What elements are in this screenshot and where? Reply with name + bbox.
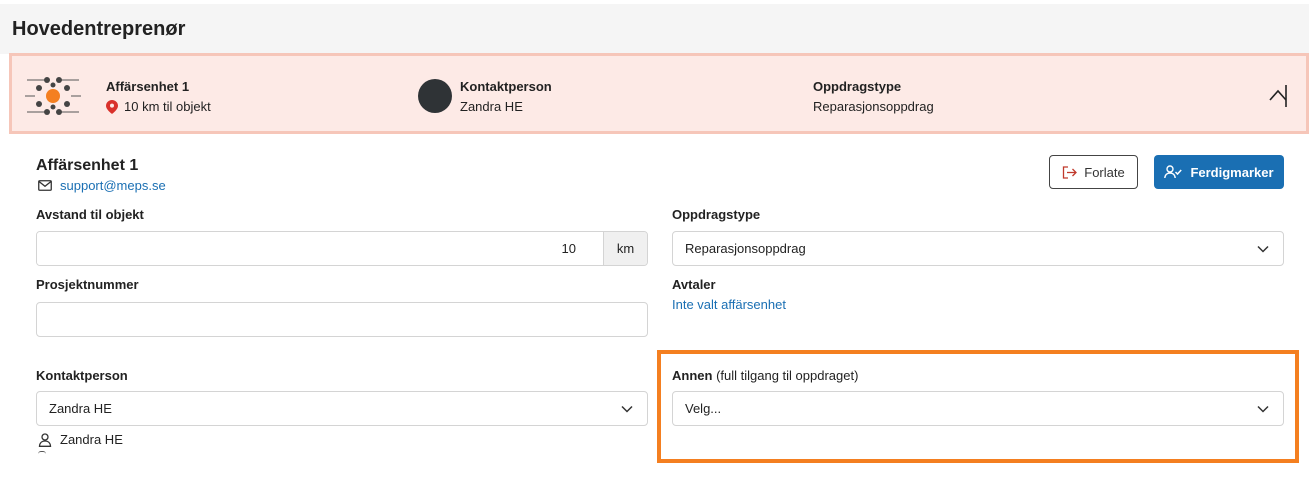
page-title: Hovedentreprenør — [12, 18, 186, 40]
email-link[interactable]: support@meps.se — [60, 178, 166, 193]
other-access-label-note: (full tilgang til oppdraget) — [716, 368, 859, 383]
complete-button[interactable]: Ferdigmarker — [1154, 155, 1284, 189]
distance-input-group: km — [36, 231, 648, 266]
person-icon — [38, 432, 52, 447]
leave-button-label: Forlate — [1084, 164, 1125, 180]
summary-type-label: Oppdragstype — [813, 79, 902, 94]
contractor-summary-card[interactable]: Affärsenhet 1 10 km til objekt Kontaktpe… — [9, 53, 1309, 134]
assignment-type-label: Oppdragstype — [672, 207, 761, 222]
distance-unit: km — [603, 232, 647, 265]
contact-person-label: Kontaktperson — [36, 368, 128, 383]
chevron-down-icon — [1257, 245, 1269, 253]
assignment-type-selected: Reparasjonsoppdrag — [685, 241, 806, 256]
company-logo — [25, 77, 81, 115]
chevron-up-icon[interactable] — [1268, 82, 1292, 110]
project-number-label: Prosjektnummer — [36, 277, 139, 292]
summary-distance: 10 km til objekt — [106, 99, 211, 114]
summary-contact-label: Kontaktperson — [460, 79, 552, 94]
contact-person-select[interactable]: Zandra HE — [36, 391, 648, 426]
summary-distance-text: 10 km til objekt — [124, 99, 211, 114]
leave-button[interactable]: Forlate — [1049, 155, 1138, 189]
summary-unit-name: Affärsenhet 1 — [106, 79, 190, 94]
summary-type-value: Reparasjonsoppdrag — [813, 99, 934, 114]
other-access-label: Annen (full tilgang til oppdraget) — [672, 368, 858, 383]
distance-input[interactable] — [37, 232, 603, 265]
distance-label: Avstand til objekt — [36, 207, 144, 222]
complete-button-label: Ferdigmarker — [1190, 164, 1274, 180]
person-icon — [38, 451, 46, 454]
user-check-icon — [1164, 165, 1183, 179]
assignment-type-select[interactable]: Reparasjonsoppdrag — [672, 231, 1284, 266]
other-access-label-bold: Annen — [672, 368, 713, 383]
avatar — [418, 79, 452, 113]
header-band — [0, 4, 1309, 54]
email-row: support@meps.se — [38, 178, 166, 193]
agreements-label: Avtaler — [672, 277, 716, 292]
contact-person-entry: Zandra HE — [38, 432, 123, 447]
exit-icon — [1063, 165, 1078, 179]
other-access-placeholder: Velg... — [685, 401, 722, 416]
chevron-down-icon — [621, 405, 633, 413]
chevron-down-icon — [1257, 405, 1269, 413]
summary-contact-value: Zandra HE — [460, 99, 523, 114]
envelope-icon — [38, 180, 52, 191]
location-pin-icon — [106, 99, 118, 114]
contact-person-name: Zandra HE — [60, 432, 123, 447]
unit-heading: Affärsenhet 1 — [36, 157, 139, 174]
other-access-select[interactable]: Velg... — [672, 391, 1284, 426]
contact-person-selected: Zandra HE — [49, 401, 112, 416]
project-number-input[interactable] — [36, 302, 648, 337]
agreements-link[interactable]: Inte valt affärsenhet — [672, 297, 786, 312]
